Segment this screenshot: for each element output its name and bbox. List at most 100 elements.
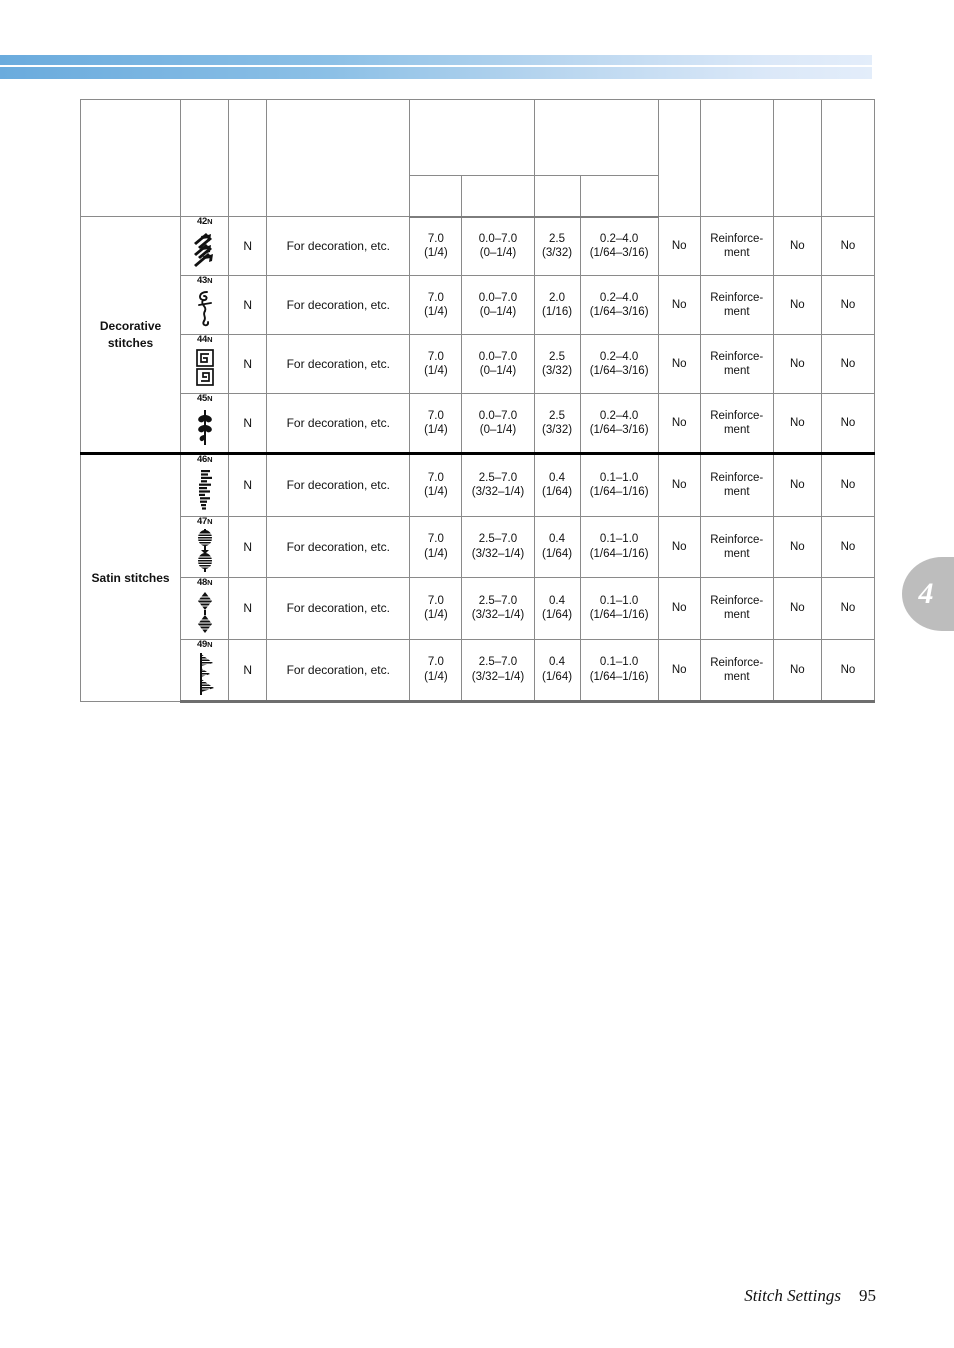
- presser-foot-value: N: [228, 275, 268, 335]
- header-stitch-width-line2: [mm (inch.)]: [438, 137, 506, 150]
- header-decorative-bars: [0, 55, 872, 79]
- stitch-width-manual-inch: (0–1/4): [479, 306, 517, 318]
- satin-triangle-wedge-stitch-icon: [190, 651, 220, 700]
- application-value: For decoration, etc.: [266, 515, 411, 578]
- header-stitch-width-line1: Stitch Width: [437, 125, 507, 138]
- pattern-inner: 44N: [181, 335, 228, 393]
- stitch-group-name-line2: stitches: [107, 335, 154, 350]
- stitch-width-auto-inch: (1/4): [424, 486, 448, 499]
- stitch-length-manual-value: 0.1–1.0 (1/64–1/16): [579, 577, 659, 640]
- reverse-reinforcement-line2: ment: [723, 609, 750, 622]
- twin-needle-value: No: [657, 515, 701, 578]
- decorative-arrow-vine-stitch-icon: [190, 229, 220, 274]
- pattern-cell: 42N: [180, 216, 230, 276]
- stitch-width-manual-inch: (0–1/4): [479, 247, 517, 260]
- stitch-length-manual-inch: (1/64–1/16): [589, 547, 649, 560]
- stitch-width-manual-value: 0.0–7.0 (0–1/4): [461, 216, 535, 276]
- header-reverse-line1: Reverse/: [717, 133, 730, 183]
- stitch-length-manual-inch: (1/64–1/16): [589, 486, 649, 499]
- side-cutter-value: No: [820, 452, 876, 517]
- stitch-settings-table-wrapper: Stitch Name Pattern Presser Foot Applica…: [79, 99, 876, 703]
- table-row: Decorative stitches 42N N For decoration…: [79, 216, 876, 454]
- table-header-row-primary: Stitch Name Pattern Presser Foot Applica…: [79, 99, 876, 217]
- side-cutter-value: No: [820, 577, 876, 640]
- header-reverse-line2: Reinforcement: [730, 117, 743, 199]
- reverse-reinforcement-line1: Reinforce-: [710, 472, 764, 485]
- header-reverse-reinforcement-stitching: Reverse/ Reinforcement Stitching: [699, 99, 774, 217]
- stitch-width-manual-value: 2.5–7.0 (3/32–1/4): [461, 638, 535, 703]
- reverse-reinforcement-line2: ment: [723, 547, 750, 560]
- reverse-reinforcement-line1: Reinforce-: [710, 291, 764, 304]
- application-value: For decoration, etc.: [266, 452, 411, 517]
- header-stitch-width: Stitch Width [mm (inch.)]: [409, 99, 535, 176]
- stitch-length-auto-inch: (1/16): [542, 306, 573, 318]
- twin-needle-value: No: [657, 452, 701, 517]
- reverse-reinforcement-value: Reinforce-ment: [699, 452, 774, 517]
- presser-foot-value: N: [228, 452, 268, 517]
- stitch-length-manual-value: 0.1–1.0 (1/64–1/16): [579, 515, 659, 578]
- table-header: Stitch Name Pattern Presser Foot Applica…: [79, 99, 876, 218]
- chapter-number: 4: [918, 577, 934, 610]
- stitch-length-manual-inch: (1/64–3/16): [589, 247, 649, 260]
- stitch-length-auto-inch: (1/64): [542, 670, 573, 683]
- header-walking-foot: Walking Foot: [772, 99, 822, 217]
- stitch-length-manual-value: 0.2–4.0 (1/64–3/16): [579, 334, 659, 394]
- presser-foot-value: N: [228, 334, 268, 394]
- header-width-auto: Auto: [409, 174, 463, 218]
- pattern-inner: 49N: [181, 639, 228, 701]
- header-width-manual: Manual: [461, 174, 535, 218]
- stitch-length-manual-inch: (1/64–1/16): [589, 670, 649, 683]
- stitch-length-manual-inch: (1/64–3/16): [589, 365, 649, 377]
- stitch-length-auto-value: 0.4 (1/64): [533, 577, 581, 640]
- reverse-reinforcement-line1: Reinforce-: [710, 350, 764, 363]
- stitch-width-auto-inch: (1/4): [424, 609, 448, 622]
- stitch-length-auto-inch: (1/64): [542, 486, 573, 499]
- walking-foot-value: No: [772, 275, 822, 335]
- stitch-length-manual-inch: (1/64–3/16): [589, 306, 649, 318]
- table-row: 48N N For decoration, etc. 7.0 (1/4) 2.5–7.0…: [81, 577, 876, 640]
- stitch-width-manual-inch: (0–1/4): [479, 365, 517, 377]
- stitch-width-manual-inch: (3/32–1/4): [471, 547, 525, 560]
- table-row: 45N N For decoration, etc. 7.0 (1/4) 0.0–7.0…: [81, 393, 876, 454]
- header-stitch-length-line2: [mm (inch.)]: [562, 137, 630, 150]
- table-row: 43N N For decoration, etc. 7.0 (1/4) 0.0–7.0…: [81, 275, 876, 335]
- pattern-cell: 46N: [180, 452, 230, 517]
- table-body: Decorative stitches 42N N For decoration…: [79, 216, 876, 703]
- header-presser-foot-label: Presser Foot: [241, 122, 254, 194]
- header-presser-foot: Presser Foot: [228, 99, 268, 217]
- presser-foot-value: N: [228, 216, 268, 276]
- header-bar-upper: [0, 55, 872, 65]
- stitch-length-manual-inch: (1/64–1/16): [589, 609, 649, 622]
- reverse-reinforcement-line1: Reinforce-: [710, 533, 764, 546]
- stitch-length-manual-value: 0.2–4.0 (1/64–3/16): [579, 216, 659, 276]
- stitch-group-name-0: Decorative stitches: [79, 216, 182, 454]
- footer-page-number: 95: [859, 1286, 876, 1305]
- satin-diamond-bead-stitch-icon: [190, 590, 220, 639]
- reverse-reinforcement-line2: ment: [723, 424, 750, 436]
- stitch-width-manual-value: 2.5–7.0 (3/32–1/4): [461, 452, 535, 517]
- header-reverse-line3: Stitching: [743, 132, 756, 184]
- pattern-cell: 43N: [180, 275, 230, 335]
- header-stitch-length-line1: Stitch Length: [558, 125, 634, 138]
- side-cutter-value: No: [820, 393, 876, 454]
- stitch-width-manual-value: 0.0–7.0 (0–1/4): [461, 334, 535, 394]
- reverse-reinforcement-line2: ment: [723, 306, 750, 318]
- application-value: For decoration, etc.: [266, 577, 411, 640]
- pattern-inner: 48N: [181, 578, 228, 639]
- stitch-length-manual-value: 0.1–1.0 (1/64–1/16): [579, 638, 659, 703]
- reverse-reinforcement-value: Reinforce-ment: [699, 393, 774, 454]
- side-cutter-value: No: [820, 334, 876, 394]
- application-value: For decoration, etc.: [266, 275, 411, 335]
- stitch-width-manual-inch: (3/32–1/4): [471, 670, 525, 683]
- stitch-length-auto-value: 0.4 (1/64): [533, 638, 581, 703]
- pattern-inner: 47N: [181, 516, 228, 578]
- header-twin-needle: Twin Needle: [657, 99, 701, 217]
- stitch-length-auto-value: 2.5 (3/32): [533, 334, 581, 394]
- header-pattern: Pattern: [180, 99, 230, 217]
- stitch-width-manual-value: 0.0–7.0 (0–1/4): [461, 275, 535, 335]
- stitch-length-auto-inch: (1/64): [542, 547, 573, 560]
- reverse-reinforcement-value: Reinforce-ment: [699, 515, 774, 578]
- stitch-length-manual-value: 0.2–4.0 (1/64–3/16): [579, 393, 659, 454]
- stitch-width-auto-value: 7.0 (1/4): [409, 638, 463, 703]
- reverse-reinforcement-value: Reinforce-ment: [699, 334, 774, 394]
